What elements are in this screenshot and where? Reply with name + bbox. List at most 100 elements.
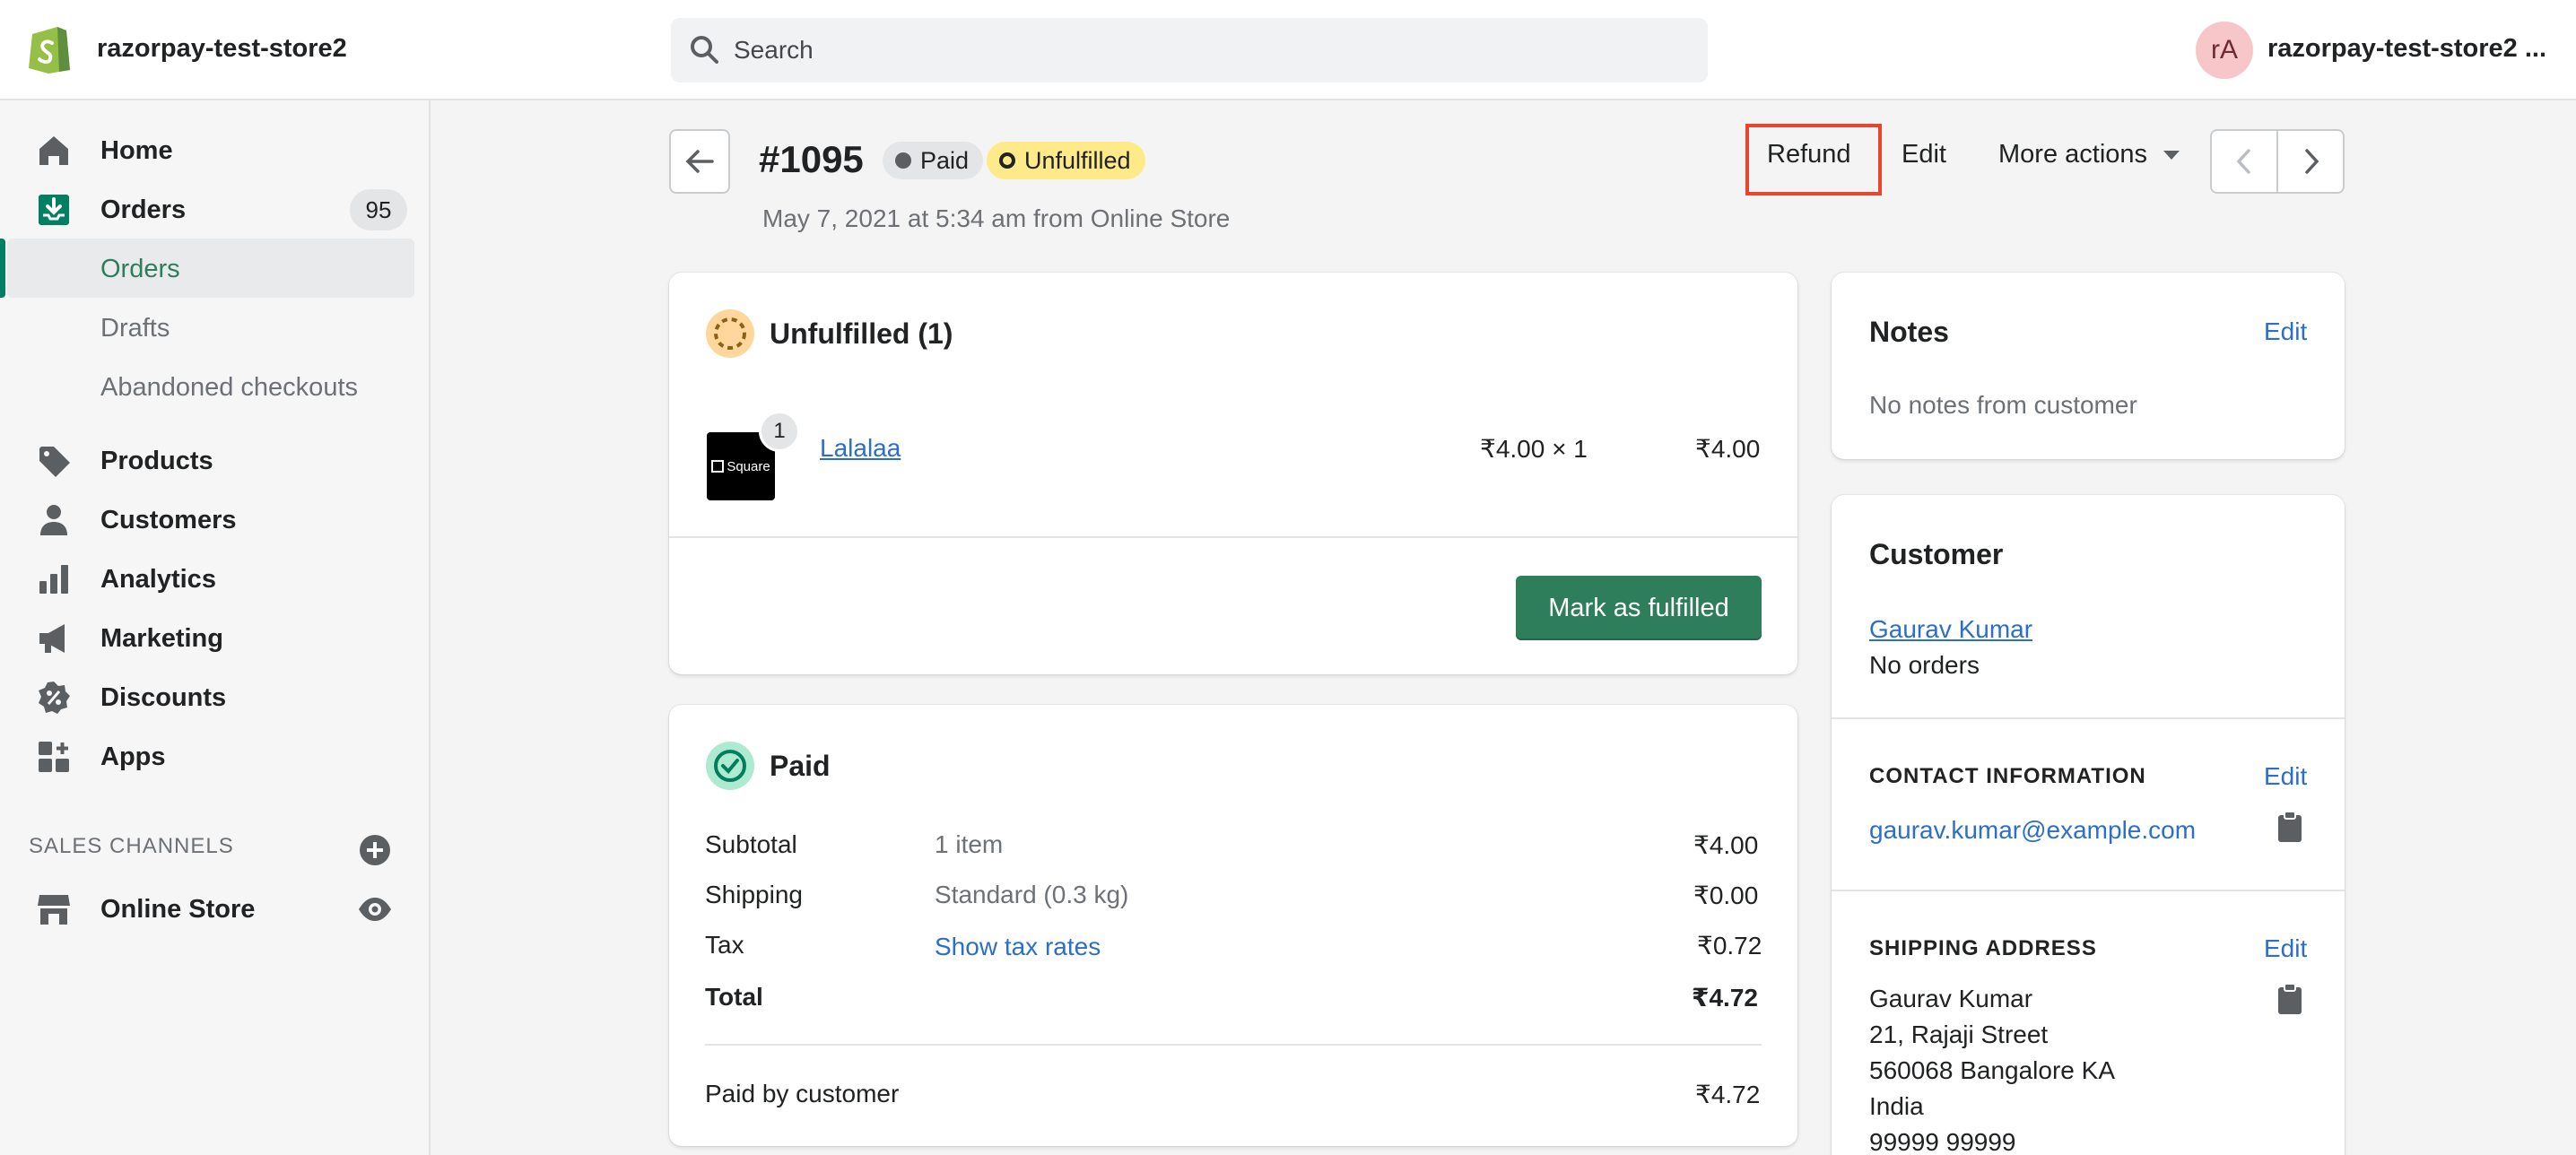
edit-notes-link[interactable]: Edit: [2264, 317, 2307, 346]
fulfillment-status-text: Unfulfilled: [1024, 146, 1131, 174]
sidebar-item-label: Marketing: [100, 623, 223, 653]
sidebar-item-apps[interactable]: Apps: [0, 730, 431, 784]
edit-shipping-link[interactable]: Edit: [2264, 934, 2307, 963]
person-icon: [40, 505, 67, 535]
home-icon: [39, 136, 68, 165]
refund-button[interactable]: Refund: [1767, 140, 1851, 169]
sidebar-item-label: Orders: [100, 254, 180, 283]
paid-status-icon: [706, 742, 754, 790]
sidebar-item-orders[interactable]: Orders 95: [0, 183, 431, 237]
address-line: 560068 Bangalore KA: [1869, 1056, 2115, 1084]
sidebar-item-home[interactable]: Home: [0, 124, 431, 178]
search-input[interactable]: [734, 36, 1675, 65]
subtotal-detail: 1 item: [935, 830, 1004, 858]
divider: [1832, 717, 2345, 719]
status-dot-icon: [895, 152, 911, 169]
sidebar-item-label: Products: [100, 446, 213, 475]
thumbnail-text: Square: [727, 458, 770, 474]
clipboard-icon[interactable]: [2276, 811, 2303, 843]
mark-as-fulfilled-button[interactable]: Mark as fulfilled: [1516, 576, 1762, 640]
search-bar[interactable]: [671, 18, 1708, 82]
chevron-right-icon: [2305, 149, 2319, 174]
order-pager: [2210, 129, 2345, 194]
divider: [1832, 890, 2345, 891]
payment-status-badge: Paid: [883, 142, 984, 179]
customer-name-link[interactable]: Gaurav Kumar: [1869, 615, 2032, 644]
sales-channels-title: SALES CHANNELS: [29, 834, 234, 858]
show-tax-rates-link[interactable]: Show tax rates: [935, 933, 1101, 961]
sidebar-item-drafts[interactable]: Drafts: [0, 301, 431, 355]
unfulfilled-title: Unfulfilled (1): [770, 317, 953, 350]
orders-count-badge: 95: [350, 189, 407, 230]
divider: [669, 536, 1797, 538]
sidebar-item-products[interactable]: Products: [0, 434, 431, 488]
fulfillment-status-badge: Unfulfilled: [987, 142, 1145, 179]
customer-title: Customer: [1869, 538, 2004, 570]
customer-orders: No orders: [1869, 651, 1980, 679]
shipping-label: Shipping: [705, 881, 803, 908]
sidebar-item-abandoned-checkouts[interactable]: Abandoned checkouts: [0, 360, 431, 414]
shopify-logo-icon[interactable]: [27, 22, 72, 74]
search-icon: [691, 36, 718, 64]
sidebar-item-marketing[interactable]: Marketing: [0, 612, 431, 665]
back-button[interactable]: [669, 129, 730, 194]
payment-status-text: Paid: [920, 146, 970, 174]
store-icon: [38, 895, 70, 925]
edit-order-button[interactable]: Edit: [1902, 140, 1946, 169]
unfulfilled-status-icon: [706, 309, 754, 358]
sidebar-item-label: Orders: [100, 195, 187, 224]
eye-icon[interactable]: [357, 891, 393, 927]
paid-by-amount: ₹4.72: [1695, 1081, 1761, 1108]
orders-icon: [39, 195, 69, 225]
notes-title: Notes: [1869, 316, 1949, 348]
sidebar-item-label: Customers: [100, 505, 237, 534]
previous-order-button[interactable]: [2212, 131, 2278, 192]
discount-icon: [39, 682, 70, 714]
square-logo-icon: [711, 460, 725, 473]
quantity-badge: 1: [759, 411, 800, 452]
paid-by-label: Paid by customer: [705, 1080, 900, 1107]
subtotal-amount: ₹4.00: [1693, 831, 1759, 859]
address-line: 99999 99999: [1869, 1128, 2016, 1155]
avatar[interactable]: rA: [2196, 22, 2253, 79]
product-link[interactable]: Lalalaa: [820, 434, 901, 463]
sidebar-item-label: Home: [100, 135, 173, 165]
address-line: Gaurav Kumar: [1869, 985, 2033, 1012]
clipboard-icon[interactable]: [2276, 983, 2303, 1015]
total-label: Total: [705, 983, 763, 1011]
status-ring-icon: [999, 152, 1015, 169]
top-bar: razorpay-test-store2 rA razorpay-test-st…: [0, 0, 2576, 100]
caret-down-icon: [2163, 150, 2180, 160]
account-name[interactable]: razorpay-test-store2 ...: [2267, 34, 2546, 64]
shipping-detail: Standard (0.3 kg): [935, 881, 1129, 908]
chevron-left-icon: [2236, 149, 2250, 174]
notes-text: No notes from customer: [1869, 391, 2137, 419]
more-actions-label: More actions: [1998, 140, 2148, 169]
sidebar-item-customers[interactable]: Customers: [0, 493, 431, 547]
arrow-left-icon: [685, 150, 714, 173]
unit-price: ₹4.00 × 1: [1480, 435, 1588, 463]
shipping-address-title: SHIPPING ADDRESS: [1869, 936, 2097, 960]
store-name[interactable]: razorpay-test-store2: [97, 34, 347, 64]
apps-icon: [39, 742, 69, 772]
sidebar-item-label: Abandoned checkouts: [100, 372, 358, 402]
subtotal-label: Subtotal: [705, 830, 797, 858]
next-order-button[interactable]: [2278, 131, 2343, 192]
sidebar-item-discounts[interactable]: Discounts: [0, 671, 431, 725]
page-title: #1095: [759, 138, 864, 180]
add-channel-icon[interactable]: [357, 832, 393, 868]
edit-contact-link[interactable]: Edit: [2264, 762, 2307, 791]
shipping-amount: ₹0.00: [1693, 881, 1759, 909]
order-subtitle: May 7, 2021 at 5:34 am from Online Store: [762, 204, 1231, 232]
sidebar-item-orders-all[interactable]: Orders: [0, 242, 431, 296]
line-total: ₹4.00: [1695, 435, 1761, 463]
megaphone-icon: [39, 624, 65, 653]
customer-email-link[interactable]: gaurav.kumar@example.com: [1869, 816, 2196, 845]
paid-title: Paid: [770, 750, 831, 782]
sidebar-item-label: Drafts: [100, 313, 170, 343]
more-actions-button[interactable]: More actions: [1998, 140, 2181, 169]
contact-info-title: CONTACT INFORMATION: [1869, 764, 2146, 788]
sidebar-item-label: Online Store: [100, 894, 256, 924]
tax-amount: ₹0.72: [1697, 932, 1762, 960]
sidebar-item-analytics[interactable]: Analytics: [0, 552, 431, 606]
